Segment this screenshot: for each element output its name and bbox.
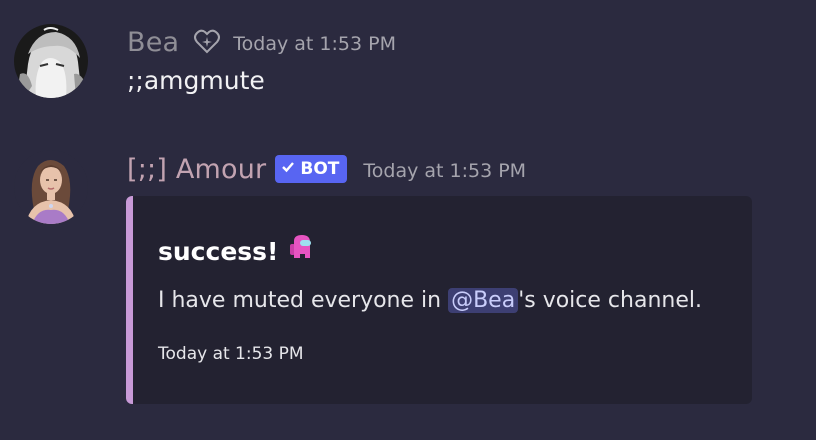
heart-sparkle-icon[interactable]	[193, 28, 221, 56]
embed-title: success!	[158, 234, 312, 268]
message-header: [;;] Amour BOT Today at 1:53 PM	[127, 149, 526, 189]
message-timestamp: Today at 1:53 PM	[233, 33, 396, 55]
user-mention[interactable]: @Bea	[448, 288, 519, 313]
embed-description: I have muted everyone in @Bea's voice ch…	[158, 288, 702, 313]
bot-tag: BOT	[275, 155, 348, 183]
username[interactable]: [;;] Amour	[127, 154, 266, 185]
embed-accent-bar	[126, 196, 133, 404]
message-content: ;;amgmute	[127, 66, 265, 95]
embed-footer: Today at 1:53 PM	[158, 344, 304, 364]
avatar[interactable]	[14, 24, 88, 98]
crewmate-icon	[290, 234, 312, 268]
embed-description-text: 's voice channel.	[518, 288, 702, 313]
username[interactable]: Bea	[127, 27, 179, 58]
message-timestamp: Today at 1:53 PM	[363, 160, 527, 182]
embed-title-text: success!	[158, 236, 279, 266]
avatar[interactable]	[14, 150, 88, 224]
embed-description-text: I have muted everyone in	[158, 288, 449, 313]
chat-messages: Bea Today at 1:53 PM ;;amgmute [;;] Amou…	[0, 0, 816, 440]
message-header: Bea Today at 1:53 PM	[127, 22, 396, 62]
embed: success! I have muted everyone in @Bea's…	[126, 196, 752, 404]
checkmark-icon	[281, 159, 295, 179]
bot-tag-label: BOT	[300, 159, 340, 179]
